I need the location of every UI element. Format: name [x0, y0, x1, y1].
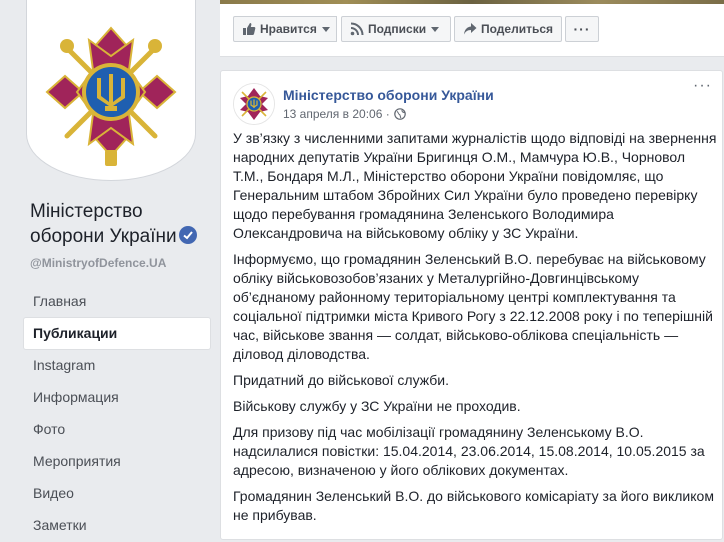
verified-check-icon: [178, 226, 197, 244]
thumbs-up-icon: [243, 23, 256, 35]
post-paragraph: Військову службу у ЗС України не проходи…: [233, 398, 521, 414]
page-nav: Главная Публикации Instagram Информация …: [24, 286, 210, 542]
ministry-emblem-icon: [234, 84, 274, 124]
nav-item-events[interactable]: Мероприятия: [24, 446, 210, 477]
post-timestamp: 13 апреля в 20:06 ·: [283, 107, 406, 121]
page-name-text: Міністерство оборони України: [30, 201, 177, 247]
nav-item-instagram[interactable]: Instagram: [24, 350, 210, 381]
nav-item-posts[interactable]: Публикации: [24, 318, 210, 349]
post-options-button[interactable]: ···: [693, 78, 712, 94]
subscriptions-label: Подписки: [368, 22, 427, 36]
rss-icon: [350, 22, 364, 36]
post-paragraph: Громадянин Зеленський В.О. до військовог…: [233, 488, 714, 523]
chevron-down-icon: [431, 27, 440, 32]
like-button[interactable]: Нравится: [233, 16, 337, 42]
page-avatar[interactable]: [26, 0, 196, 181]
post-paragraph: Інформуємо, що громадянин Зеленський В.О…: [233, 251, 713, 362]
share-button[interactable]: Поделиться: [454, 16, 562, 42]
post-card: Міністерство оборони України 13 апреля в…: [220, 70, 723, 540]
page-title: Міністерство оборони України: [30, 199, 220, 249]
subscriptions-button[interactable]: Подписки: [341, 16, 451, 42]
ministry-emblem-icon: [27, 8, 195, 176]
nav-item-videos[interactable]: Видео: [24, 478, 210, 509]
left-column: Міністерство оборони України @Ministryof…: [0, 0, 220, 533]
page-action-bar: Нравится Подписки Поделиться ···: [220, 4, 724, 57]
nav-item-notes[interactable]: Заметки: [24, 510, 210, 541]
post-paragraph: У зв’язку з численними запитами журналіс…: [233, 130, 717, 241]
post-paragraph: Придатний до військової служби.: [233, 372, 449, 388]
share-label: Поделиться: [481, 22, 554, 36]
share-arrow-icon: [464, 23, 477, 35]
post-author-avatar[interactable]: [233, 83, 275, 125]
more-icon: ···: [573, 21, 591, 37]
nav-item-photos[interactable]: Фото: [24, 414, 210, 445]
like-label: Нравится: [260, 22, 317, 36]
nav-item-info[interactable]: Информация: [24, 382, 210, 413]
post-paragraph: Для призову під час мобілізації громадян…: [233, 424, 705, 478]
chevron-down-icon: [321, 27, 330, 32]
nav-item-home[interactable]: Главная: [24, 286, 210, 317]
more-button[interactable]: ···: [565, 16, 599, 42]
page-handle[interactable]: @MinistryofDefence.UA: [30, 256, 166, 270]
globe-icon: [393, 108, 406, 120]
post-date-text[interactable]: 13 апреля в 20:06 ·: [283, 107, 390, 121]
post-text: У зв’язку з численними запитами журналіс…: [233, 129, 717, 532]
post-author-name[interactable]: Міністерство оборони України: [283, 87, 494, 103]
